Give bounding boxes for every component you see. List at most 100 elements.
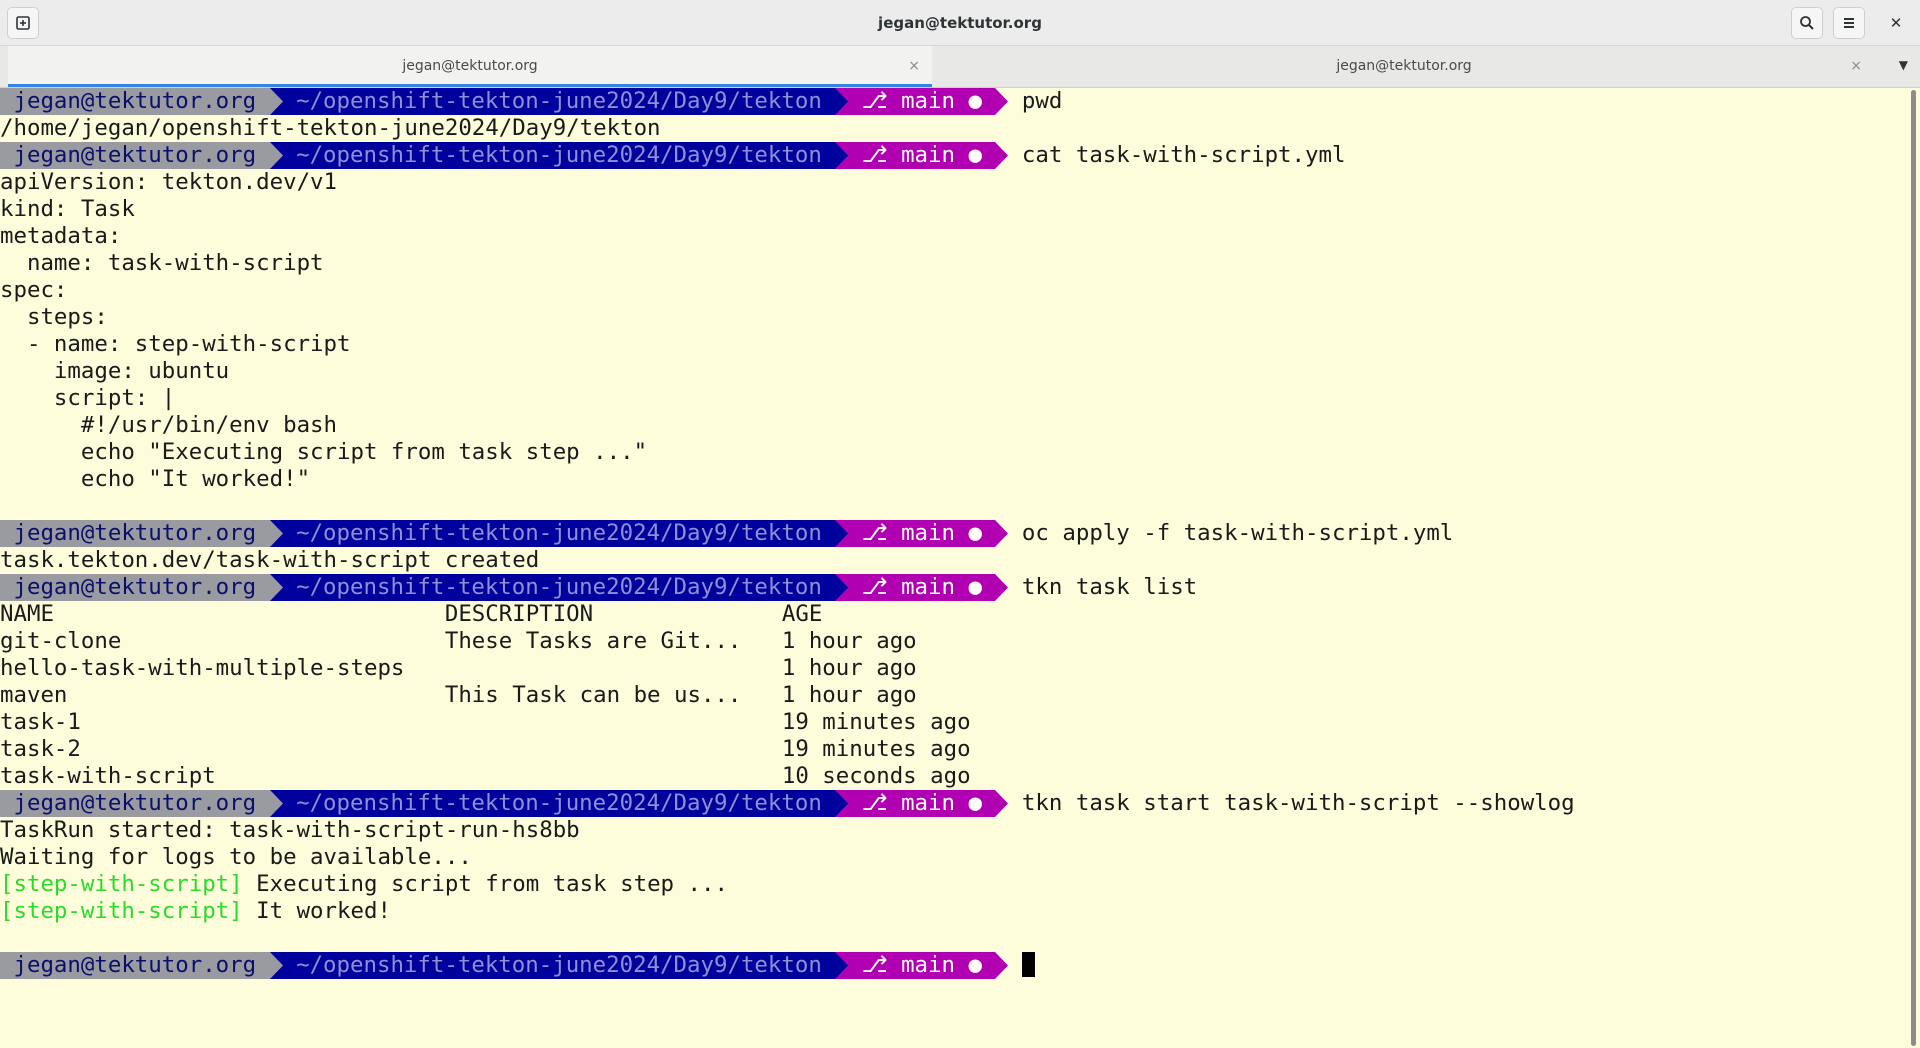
tab-label: jegan@tektutor.org	[402, 58, 538, 74]
output-line: NAME DESCRIPTION AGE	[0, 601, 823, 627]
prompt-separator-icon	[835, 952, 849, 979]
output-line: spec:	[0, 277, 68, 303]
prompt-separator-icon	[995, 520, 1009, 547]
prompt-separator-icon	[995, 88, 1009, 115]
search-button[interactable]	[1791, 7, 1823, 39]
tab-1[interactable]: jegan@tektutor.org ×	[8, 46, 932, 87]
output-line: task-2 19 minutes ago	[0, 736, 971, 762]
prompt-path: ~/openshift-tekton-june2024/Day9/tekton	[282, 790, 836, 817]
prompt-separator-icon	[269, 520, 283, 547]
log-line: [step-with-script] Executing script from…	[0, 871, 1906, 898]
output-line: apiVersion: tekton.dev/v1	[0, 169, 338, 195]
window-title: jegan@tektutor.org	[878, 14, 1042, 32]
tab-label: jegan@tektutor.org	[1336, 58, 1472, 74]
prompt-separator-icon	[835, 520, 849, 547]
terminal-output[interactable]: jegan@tektutor.org ~/openshift-tekton-ju…	[0, 88, 1906, 1048]
prompt-separator-icon	[995, 790, 1009, 817]
output-line: /home/jegan/openshift-tekton-june2024/Da…	[0, 115, 661, 141]
text-cursor[interactable]	[1021, 952, 1035, 977]
menu-button[interactable]	[1833, 7, 1865, 39]
output-line: Waiting for logs to be available...	[0, 844, 472, 870]
tab-bar: jegan@tektutor.org × jegan@tektutor.org …	[0, 46, 1920, 88]
command-text: oc apply -f task-with-script.yml	[1008, 520, 1454, 546]
prompt-path: ~/openshift-tekton-june2024/Day9/tekton	[282, 520, 836, 547]
prompt-line: jegan@tektutor.org ~/openshift-tekton-ju…	[0, 520, 1906, 547]
prompt-separator-icon	[835, 574, 849, 601]
prompt-path: ~/openshift-tekton-june2024/Day9/tekton	[282, 142, 836, 169]
command-text: cat task-with-script.yml	[1008, 142, 1346, 168]
command-text: tkn task start task-with-script --showlo…	[1008, 790, 1575, 816]
prompt-separator-icon	[269, 88, 283, 115]
output-line: echo "It worked!"	[0, 466, 311, 492]
command-text: pwd	[1008, 88, 1063, 114]
output-line: image: ubuntu	[0, 358, 230, 384]
command-text: tkn task list	[1008, 574, 1198, 600]
prompt-line: jegan@tektutor.org ~/openshift-tekton-ju…	[0, 790, 1906, 817]
prompt-separator-icon	[995, 952, 1009, 979]
shell-prompt: jegan@tektutor.org ~/openshift-tekton-ju…	[0, 574, 1009, 601]
tab-close-icon[interactable]: ×	[908, 46, 920, 86]
output-line: task-with-script 10 seconds ago	[0, 763, 971, 789]
search-icon	[1800, 16, 1814, 30]
tab-2[interactable]: jegan@tektutor.org ×	[934, 46, 1874, 87]
shell-prompt: jegan@tektutor.org ~/openshift-tekton-ju…	[0, 790, 1009, 817]
title-bar: jegan@tektutor.org ✕	[0, 0, 1920, 46]
hamburger-menu-icon	[1844, 18, 1854, 28]
prompt-user: jegan@tektutor.org	[0, 520, 270, 547]
output-line: #!/usr/bin/env bash	[0, 412, 338, 438]
prompt-git-branch: ⎇ main ●	[848, 952, 996, 979]
output-line: steps:	[0, 304, 108, 330]
prompt-line: jegan@tektutor.org ~/openshift-tekton-ju…	[0, 952, 1906, 979]
output-line: maven This Task can be us... 1 hour ago	[0, 682, 917, 708]
shell-prompt: jegan@tektutor.org ~/openshift-tekton-ju…	[0, 88, 1009, 115]
close-icon: ✕	[1889, 14, 1903, 32]
output-line: git-clone These Tasks are Git... 1 hour …	[0, 628, 917, 654]
output-line: script: |	[0, 385, 176, 411]
prompt-user: jegan@tektutor.org	[0, 88, 270, 115]
prompt-line: jegan@tektutor.org ~/openshift-tekton-ju…	[0, 574, 1906, 601]
output-line: - name: step-with-script	[0, 331, 351, 357]
log-step-tag: [step-with-script]	[0, 871, 243, 897]
command-text	[1008, 952, 1021, 978]
shell-prompt: jegan@tektutor.org ~/openshift-tekton-ju…	[0, 142, 1009, 169]
log-text: Executing script from task step ...	[242, 871, 728, 897]
prompt-user: jegan@tektutor.org	[0, 790, 270, 817]
output-line: task.tekton.dev/task-with-script created	[0, 547, 540, 573]
prompt-separator-icon	[269, 952, 283, 979]
prompt-git-branch: ⎇ main ●	[848, 520, 996, 547]
prompt-separator-icon	[835, 88, 849, 115]
tab-close-icon[interactable]: ×	[1850, 46, 1862, 86]
output-line: TaskRun started: task-with-script-run-hs…	[0, 817, 580, 843]
prompt-separator-icon	[995, 142, 1009, 169]
log-text: It worked!	[242, 898, 391, 924]
output-line: task-1 19 minutes ago	[0, 709, 971, 735]
tab-list-dropdown-icon[interactable]: ▼	[1899, 58, 1908, 72]
prompt-separator-icon	[269, 574, 283, 601]
close-window-button[interactable]: ✕	[1880, 7, 1912, 39]
prompt-separator-icon	[995, 574, 1009, 601]
prompt-git-branch: ⎇ main ●	[848, 142, 996, 169]
output-line: hello-task-with-multiple-steps 1 hour ag…	[0, 655, 917, 681]
prompt-separator-icon	[835, 142, 849, 169]
log-step-tag: [step-with-script]	[0, 898, 243, 924]
prompt-line: jegan@tektutor.org ~/openshift-tekton-ju…	[0, 88, 1906, 115]
prompt-path: ~/openshift-tekton-june2024/Day9/tekton	[282, 574, 836, 601]
prompt-separator-icon	[835, 790, 849, 817]
scrollbar-thumb[interactable]	[1911, 90, 1916, 1046]
prompt-user: jegan@tektutor.org	[0, 574, 270, 601]
prompt-separator-icon	[269, 142, 283, 169]
shell-prompt: jegan@tektutor.org ~/openshift-tekton-ju…	[0, 952, 1009, 979]
prompt-git-branch: ⎇ main ●	[848, 88, 996, 115]
output-line: kind: Task	[0, 196, 135, 222]
prompt-user: jegan@tektutor.org	[0, 142, 270, 169]
prompt-path: ~/openshift-tekton-june2024/Day9/tekton	[282, 88, 836, 115]
output-line: metadata:	[0, 223, 122, 249]
prompt-git-branch: ⎇ main ●	[848, 574, 996, 601]
output-line: echo "Executing script from task step ..…	[0, 439, 648, 465]
scrollbar[interactable]	[1906, 88, 1920, 1048]
prompt-separator-icon	[269, 790, 283, 817]
log-line: [step-with-script] It worked!	[0, 898, 1906, 925]
output-line: name: task-with-script	[0, 250, 324, 276]
